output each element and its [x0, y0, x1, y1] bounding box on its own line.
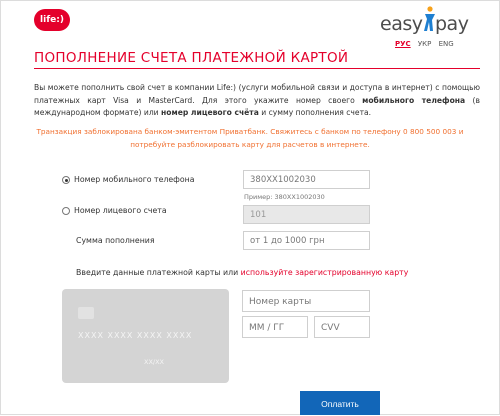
life-logo: life:) [34, 9, 70, 31]
amount-input[interactable]: от 1 до 1000 грн [243, 231, 370, 250]
account-radio[interactable] [62, 207, 70, 215]
phone-input[interactable]: 380XX1002030 [243, 170, 370, 189]
account-input: 101 [243, 205, 370, 224]
card-chip-icon [78, 307, 94, 319]
easypay-logo-pay: pay [435, 13, 469, 35]
amount-label: Сумма пополнения [76, 236, 155, 245]
use-saved-card-link[interactable]: используйте зарегистрированную карту [241, 268, 409, 277]
lang-ru[interactable]: РУС [395, 40, 411, 48]
pay-button[interactable]: Оплатить [300, 391, 380, 415]
easypay-logo-easy: easy [380, 13, 423, 35]
phone-radio[interactable] [62, 176, 70, 184]
card-expiry-input[interactable]: ММ / ГГ [242, 316, 308, 338]
language-switcher: РУС УКР ENG [395, 40, 459, 48]
page-title: ПОПОЛНЕНИЕ СЧЕТА ПЛАТЕЖНОЙ КАРТОЙ [34, 50, 349, 66]
card-number-input[interactable]: Номер карты [242, 290, 370, 312]
card-prompt: Введите данные платежной карты или испол… [76, 268, 409, 277]
phone-hint: Пример: 380XX1002030 [244, 193, 325, 201]
lang-en[interactable]: ENG [439, 40, 454, 48]
account-label: Номер лицевого счета [74, 206, 167, 215]
title-divider [34, 68, 480, 69]
card-image-expiry: XX/XX [144, 358, 165, 366]
warning-message: Транзакция заблокирована банком-эмитенто… [36, 127, 464, 149]
intro-bold-account: номер лицевого счёта [161, 108, 259, 117]
phone-label: Номер мобильного телефона [74, 175, 195, 184]
card-cvv-input[interactable]: CVV [314, 316, 370, 338]
lang-ua[interactable]: УКР [418, 40, 431, 48]
intro-bold-phone: мобильного телефона [362, 95, 466, 105]
easypay-logo: easy pay [380, 6, 480, 36]
card-image-number: XXXX XXXX XXXX XXXX [78, 331, 193, 340]
intro-text: Вы можете пополнить свой счет в компании… [34, 83, 480, 117]
